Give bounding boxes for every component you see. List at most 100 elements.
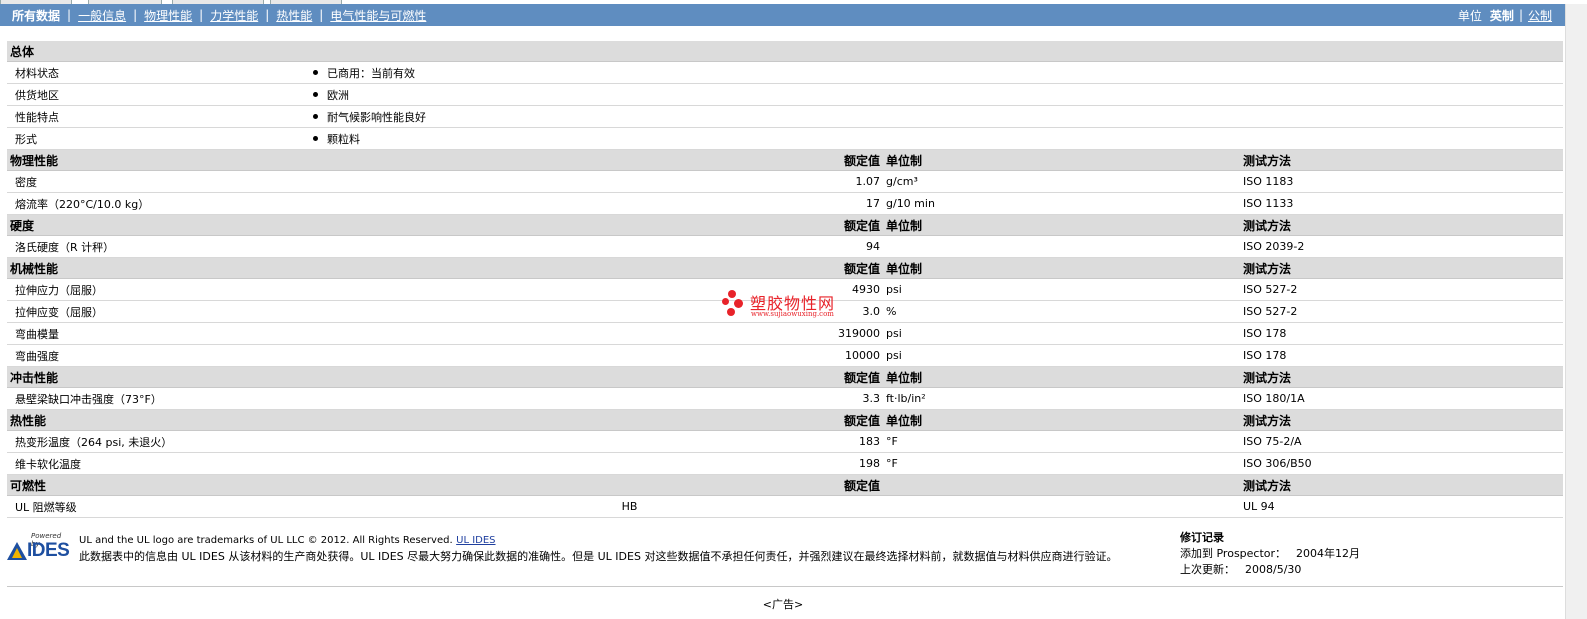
row-spacer [943,170,1243,193]
table-row: 形式 颗粒料 [7,127,1563,150]
row-spacer [943,495,1243,518]
bullet-icon [313,114,318,119]
header-spacer [943,214,1243,236]
section-title: 热性能 [7,409,313,431]
table-row: 性能特点 耐气候影响性能良好 [7,105,1563,128]
property-label: 性能特点 [7,105,313,128]
section-header: 冲击性能 额定值 单位制 测试方法 [7,366,1563,388]
header-unit [886,474,943,496]
property-bullet-cell: 颗粒料 [313,127,1563,150]
header-method: 测试方法 [1243,474,1563,496]
property-label: 拉伸应变（屈服） [7,300,313,323]
header-unit: 单位制 [886,214,943,236]
section-header: 总体 [7,41,1563,62]
property-unit: °F [886,452,943,475]
property-value: 183 [313,430,886,453]
property-value: 198 [313,452,886,475]
logo-wordmark: IDES [27,540,70,561]
nav-tab-2[interactable]: 物理性能 [144,7,192,24]
test-method: ISO 527-2 [1243,300,1563,323]
table-row: 弯曲模量 319000 psi ISO 178 [7,322,1563,345]
row-spacer [943,430,1243,453]
section-title: 机械性能 [7,257,313,279]
property-label: 悬壁梁缺口冲击强度（73°F） [7,387,313,410]
header-method: 测试方法 [1243,214,1563,236]
vertical-scrollbar[interactable] [1565,4,1587,619]
header-value: 额定值 [313,409,886,431]
row-spacer [943,344,1243,367]
table-row: UL 阻燃等级 HB UL 94 [7,495,1563,518]
nav-tab-1[interactable]: 一般信息 [78,7,126,24]
header-spacer [943,149,1243,171]
units-label: 单位 [1457,8,1482,23]
test-method: ISO 527-2 [1243,278,1563,301]
test-method: ISO 2039-2 [1243,235,1563,258]
added-label: 添加到 Prospector： [1180,547,1287,560]
footer-divider [7,586,1563,587]
property-unit [886,495,943,518]
footer-text: UL and the UL logo are trademarks of UL … [79,532,1117,565]
nav-tab-0[interactable]: 所有数据 [12,7,60,24]
property-value: 17 [313,192,886,215]
property-bullet-cell: 已商用：当前有效 [313,61,1563,84]
table-row: 弯曲强度 10000 psi ISO 178 [7,344,1563,367]
header-value: 额定值 [313,366,886,388]
property-value: 欧洲 [327,88,349,102]
unit-metric-link[interactable]: 公制 [1528,7,1552,24]
property-label: 熔流率（220°C/10.0 kg） [7,192,313,215]
property-label: 弯曲模量 [7,322,313,345]
property-value: 1.07 [313,170,886,193]
row-spacer [943,192,1243,215]
section-title: 冲击性能 [7,366,313,388]
watermark-url: www.sujiaowuxing.com [751,310,834,318]
property-label: 密度 [7,170,313,193]
ides-logo[interactable]: Powered by IDES [7,532,70,562]
test-method: ISO 1133 [1243,192,1563,215]
property-unit: psi [886,278,943,301]
property-unit: °F [886,430,943,453]
test-method: ISO 306/B50 [1243,452,1563,475]
property-unit: ft·lb/in² [886,387,943,410]
property-label: 拉伸应力（屈服） [7,278,313,301]
section-header: 硬度 额定值 单位制 测试方法 [7,214,1563,236]
header-spacer [943,474,1243,496]
row-spacer [943,452,1243,475]
category-tabs: 所有数据 | 一般信息 | 物理性能 | 力学性能 | 热性能 | 电气性能与可燃性 [12,7,427,24]
property-value: 10000 [313,344,886,367]
property-unit: psi [886,344,943,367]
unit-imperial-current: 英制 [1489,8,1514,23]
property-value: 耐气候影响性能良好 [327,110,426,124]
header-spacer [943,409,1243,431]
property-label: 材料状态 [7,61,313,84]
table-row: 密度 1.07 g/cm³ ISO 1183 [7,170,1563,193]
property-bullet-cell: 欧洲 [313,83,1563,106]
unit-switcher: 单位 英制 | 公制 [1457,7,1552,24]
table-row: 维卡软化温度 198 °F ISO 306/B50 [7,452,1563,475]
nav-tab-4[interactable]: 热性能 [276,7,312,24]
property-label: UL 阻燃等级 [7,495,313,518]
nav-tab-5[interactable]: 电气性能与可燃性 [330,7,426,24]
property-value: 颗粒料 [327,132,360,146]
header-spacer [943,366,1243,388]
added-value: 2004年12月 [1296,547,1361,560]
bullet-icon [313,92,318,97]
property-label: 弯曲强度 [7,344,313,367]
property-unit: % [886,300,943,323]
property-bullet-cell: 耐气候影响性能良好 [313,105,1563,128]
test-method: ISO 75-2/A [1243,430,1563,453]
property-label: 形式 [7,127,313,150]
test-method: ISO 178 [1243,344,1563,367]
row-spacer [943,322,1243,345]
ad-label: <广告> [762,598,804,611]
property-label: 洛氏硬度（R 计秤） [7,235,313,258]
row-spacer [943,235,1243,258]
nav-tab-3[interactable]: 力学性能 [210,7,258,24]
bullet-icon [313,136,318,141]
row-spacer [943,300,1243,323]
ul-ides-link[interactable]: UL IDES [456,535,495,546]
test-method: ISO 178 [1243,322,1563,345]
property-unit: g/10 min [886,192,943,215]
property-label: 热变形温度（264 psi, 未退火） [7,430,313,453]
section-header: 可燃性 额定值 测试方法 [7,474,1563,496]
test-method: ISO 1183 [1243,170,1563,193]
